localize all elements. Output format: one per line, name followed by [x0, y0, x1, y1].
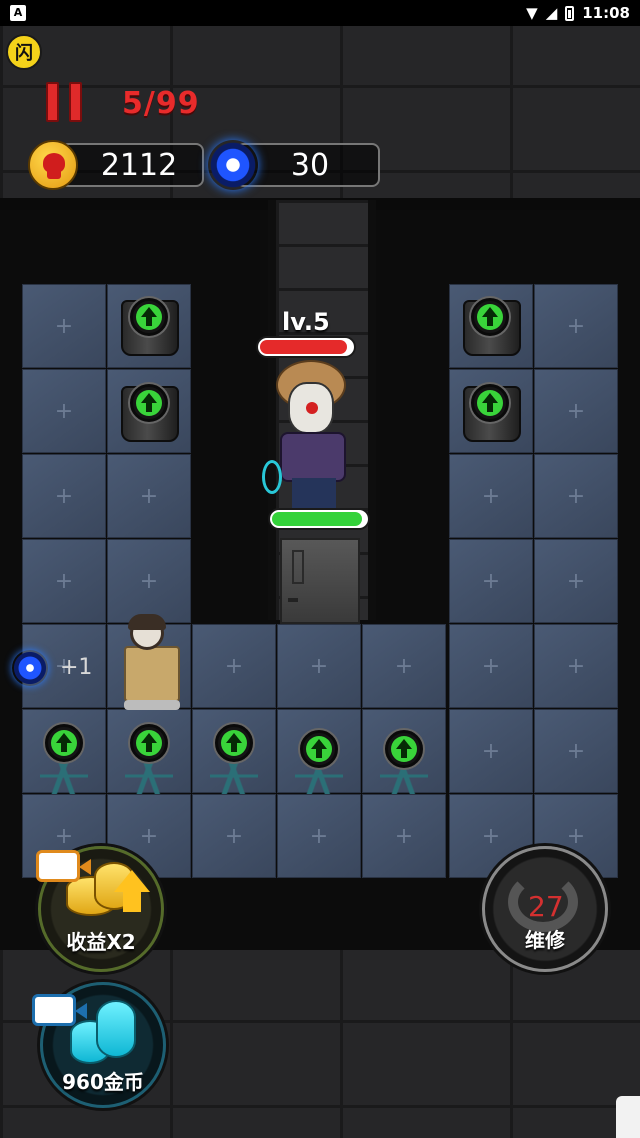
grid-tile[interactable] [277, 794, 361, 878]
arrow-up-icon [136, 390, 162, 416]
door-shield-fill [272, 512, 363, 526]
energy-orb-icon [208, 140, 258, 190]
double-income-label: 收益X2 [66, 930, 136, 954]
video-ad-icon [32, 994, 87, 1026]
enemy-nose [306, 402, 318, 414]
upgrade-arrow-icon[interactable] [471, 298, 509, 336]
income-orb-icon [12, 650, 48, 686]
coin-count: 2112 [100, 147, 178, 183]
grid-tile[interactable] [534, 284, 618, 368]
clock: 11:08 [582, 4, 630, 22]
upgrade-arrow-icon[interactable] [300, 730, 338, 768]
grid-tile[interactable] [449, 709, 533, 793]
grid-tile[interactable] [22, 539, 106, 623]
grid-tile[interactable] [449, 539, 533, 623]
skull-coin-icon [28, 140, 78, 190]
grid-tile[interactable] [449, 454, 533, 538]
clown-zombie-enemy[interactable] [262, 360, 360, 510]
enemy-level: lv.5 [282, 308, 330, 336]
survivor-hair [128, 614, 166, 630]
upgrade-arrow-icon[interactable] [471, 384, 509, 422]
coin-counter-box: 2112 [60, 143, 204, 187]
enemy-body [280, 432, 346, 482]
increase-arrow-icon [114, 870, 150, 892]
wave-counter: 5/99 [122, 86, 200, 121]
bed-base [124, 700, 180, 710]
increase-arrow-stem [123, 890, 141, 912]
battery-icon [565, 5, 575, 21]
grid-tile[interactable] [534, 624, 618, 708]
wifi-icon: ▼ [526, 4, 538, 22]
grid-tile[interactable] [534, 454, 618, 538]
income-popup: +1 [60, 655, 93, 680]
grid-tile[interactable] [534, 369, 618, 453]
room-door[interactable] [280, 538, 360, 624]
enemy-health-fill [260, 340, 348, 354]
grid-tile[interactable] [534, 709, 618, 793]
grid-tile[interactable] [362, 794, 446, 878]
signal-icon: ◢ [545, 4, 558, 22]
status-left: A [10, 5, 26, 21]
upgrade-arrow-icon[interactable] [385, 730, 423, 768]
arrow-up-icon [221, 730, 247, 756]
grid-tile[interactable] [22, 284, 106, 368]
game-logo-icon[interactable]: 闪 [6, 34, 42, 70]
enemy-health-bar [256, 336, 356, 358]
cyan-coin-stack-icon [96, 1000, 136, 1058]
enemy-legs [292, 478, 336, 508]
status-right: ▼ ◢ 11:08 [526, 4, 630, 22]
arrow-up-icon [51, 730, 77, 756]
upgrade-arrow-icon[interactable] [130, 298, 168, 336]
survivor-in-bed[interactable] [118, 612, 188, 712]
grid-tile[interactable] [107, 454, 191, 538]
upgrade-arrow-icon[interactable] [130, 724, 168, 762]
arrow-up-icon [136, 304, 162, 330]
grid-tile[interactable] [22, 369, 106, 453]
upgrade-arrow-icon[interactable] [130, 384, 168, 422]
floating-thumbnail[interactable] [616, 1096, 640, 1138]
status-bar: A ▼ ◢ 11:08 [0, 0, 640, 26]
coins-reward-label: 960金币 [62, 1070, 144, 1094]
arrow-up-icon [391, 736, 417, 762]
arrow-up-icon [477, 304, 503, 330]
grid-tile[interactable] [192, 794, 276, 878]
bed [124, 646, 180, 702]
grid-tile[interactable] [107, 539, 191, 623]
arrow-up-icon [306, 736, 332, 762]
pause-bar-left [46, 82, 59, 122]
grid-tile[interactable] [22, 454, 106, 538]
arrow-up-icon [136, 730, 162, 756]
upgrade-arrow-icon[interactable] [45, 724, 83, 762]
grid-tile[interactable] [277, 624, 361, 708]
upgrade-arrow-icon[interactable] [215, 724, 253, 762]
enemy-glow [262, 460, 282, 494]
repair-count: 27 [528, 890, 564, 923]
grid-tile[interactable] [192, 624, 276, 708]
video-ad-icon [36, 850, 91, 882]
pause-bar-right [69, 82, 82, 122]
grid-tile[interactable] [362, 624, 446, 708]
door-shield-bar [268, 508, 370, 530]
notification-app-icon: A [10, 5, 26, 21]
grid-tile[interactable] [534, 539, 618, 623]
pause-button[interactable] [46, 82, 90, 122]
grid-tile[interactable] [449, 624, 533, 708]
orb-count: 30 [290, 147, 330, 183]
arrow-up-icon [477, 390, 503, 416]
